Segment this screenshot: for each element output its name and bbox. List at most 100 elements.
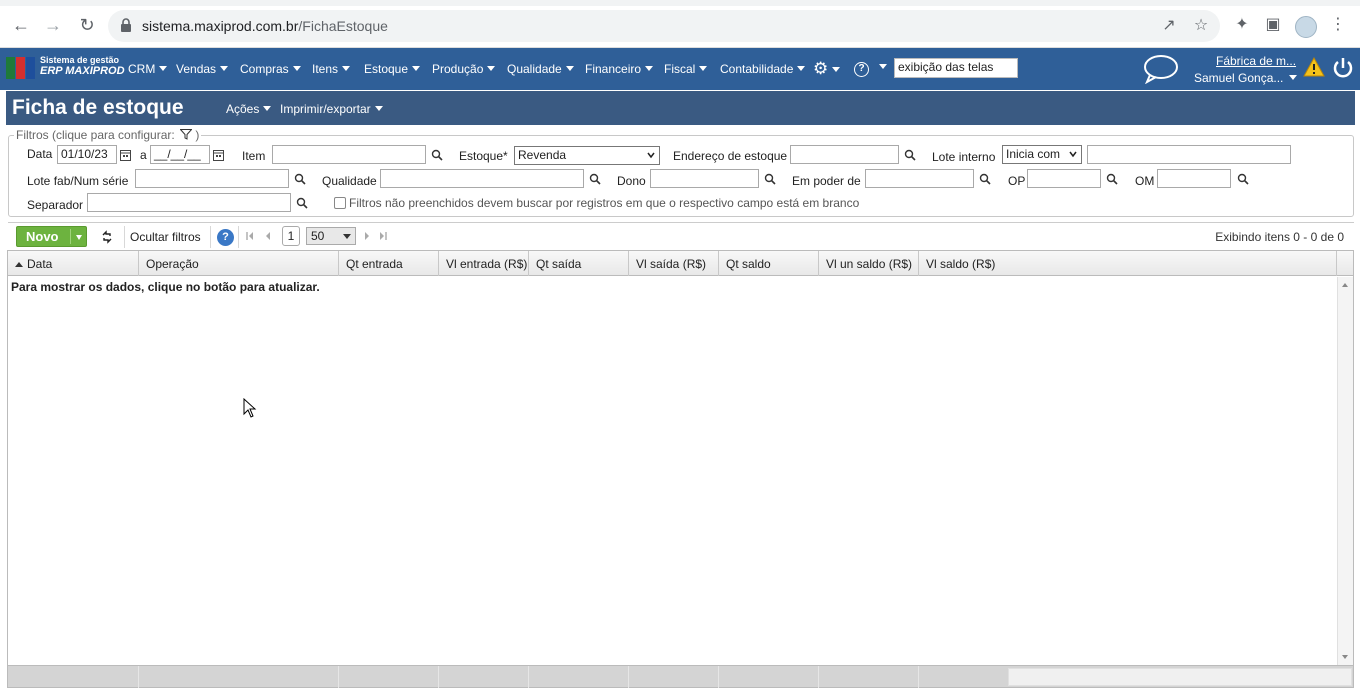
lote-interno-input[interactable] [1087,145,1291,164]
chat-bubble-icon[interactable] [1142,54,1180,84]
share-icon[interactable]: ↗ [1160,17,1178,35]
date-from-input[interactable]: 01/10/23 [57,145,117,164]
grid-header: Data Operação Qt entrada Vl entrada (R$)… [8,251,1353,276]
maxiprod-logo[interactable] [6,57,36,79]
col-vl-entrada[interactable]: Vl entrada (R$) [439,251,529,276]
qualidade-input[interactable] [380,169,584,188]
footer-cell [8,666,139,688]
menu-itens[interactable]: Itens [312,62,351,76]
estoque-select[interactable]: Revenda [514,146,660,165]
menu-fiscal[interactable]: Fiscal [664,62,708,76]
settings-gear-icon[interactable]: ⚙ [813,59,841,79]
endereco-estoque-input[interactable] [790,145,899,164]
prev-page-icon[interactable] [263,231,273,241]
paging-info: Exibindo itens 0 - 0 de 0 [1215,230,1344,244]
om-label: OM [1135,174,1155,188]
dono-input[interactable] [650,169,759,188]
dono-label: Dono [617,174,646,188]
page-size-select[interactable]: 50 [306,227,356,245]
print-export-menu[interactable]: Imprimir/exportar [280,102,383,116]
col-operacao[interactable]: Operação [139,251,339,276]
toolbar-divider [238,226,239,248]
item-input[interactable] [272,145,426,164]
em-poder-input[interactable] [865,169,974,188]
forward-icon[interactable]: → [42,14,64,36]
sort-ascending-icon [15,262,23,267]
separador-label: Separador [27,198,84,212]
scroll-up-icon[interactable] [1342,283,1348,287]
menu-crm[interactable]: CRM [128,62,168,76]
search-icon[interactable] [589,173,601,185]
vertical-scrollbar[interactable] [1337,277,1353,665]
warning-icon[interactable] [1303,57,1325,77]
search-icon[interactable] [904,149,916,161]
logo-text: Sistema de gestão ERP MAXIPROD [40,55,125,77]
menu-vendas[interactable]: Vendas [176,62,229,76]
search-icon[interactable] [1237,173,1249,185]
search-icon[interactable] [764,173,776,185]
footer-cell [529,666,629,688]
refresh-icon[interactable] [100,230,114,244]
next-page-icon[interactable] [362,231,372,241]
search-icon[interactable] [979,173,991,185]
scroll-down-icon[interactable] [1342,655,1348,659]
search-icon[interactable] [1106,173,1118,185]
calendar-icon[interactable] [120,149,131,161]
back-icon[interactable]: ← [10,14,32,36]
tab-strip [0,0,1360,6]
menu-financeiro[interactable]: Financeiro [585,62,654,76]
item-label: Item [242,149,266,163]
last-page-icon[interactable] [378,231,388,241]
col-qt-entrada[interactable]: Qt entrada [339,251,439,276]
global-search-input[interactable]: exibição das telas [894,58,1018,78]
current-page[interactable]: 1 [282,226,300,246]
bookmark-star-icon[interactable]: ☆ [1192,17,1210,35]
help-icon[interactable]: ? [217,229,234,246]
menu-qualidade[interactable]: Qualidade [507,62,574,76]
browser-menu-icon[interactable]: ⋮ [1328,15,1348,35]
actions-menu[interactable]: Ações [226,102,272,116]
col-vl-un-saldo[interactable]: Vl un saldo (R$) [819,251,919,276]
date-to-input[interactable]: __/__/__ [150,145,210,164]
chevron-down-icon [1069,151,1077,158]
search-icon[interactable] [294,173,306,185]
first-page-icon[interactable] [245,231,255,241]
hide-filters-button[interactable]: Ocultar filtros [130,230,201,244]
novo-button[interactable]: Novo [16,226,87,247]
col-data[interactable]: Data [8,251,139,276]
blank-filter-checkbox[interactable] [334,197,346,209]
op-input[interactable] [1027,169,1101,188]
menu-estoque[interactable]: Estoque [364,62,421,76]
horizontal-scrollbar-thumb[interactable] [1008,668,1352,686]
col-qt-saida[interactable]: Qt saída [529,251,629,276]
power-logout-icon[interactable] [1331,56,1355,80]
profile-avatar[interactable] [1295,16,1317,38]
funnel-icon[interactable] [179,129,193,140]
menu-producao[interactable]: Produção [432,62,496,76]
help-menu-icon[interactable]: ? [854,60,887,77]
col-vl-saldo[interactable]: Vl saldo (R$) [919,251,1337,276]
address-bar[interactable]: sistema.maxiprod.com.br/FichaEstoque ↗ ☆ [108,10,1220,42]
col-qt-saldo[interactable]: Qt saldo [719,251,819,276]
stock-grid: Data Operação Qt entrada Vl entrada (R$)… [7,250,1354,688]
separador-input[interactable] [87,193,291,212]
menu-compras[interactable]: Compras [240,62,301,76]
side-panel-icon[interactable]: ▣ [1263,15,1283,35]
lote-interno-mode-select[interactable]: Inicia com [1002,145,1082,164]
dropdown-caret-icon[interactable] [76,235,82,240]
om-input[interactable] [1157,169,1231,188]
calendar-icon[interactable] [213,149,224,161]
user-menu[interactable]: Samuel Gonça... [1194,71,1298,85]
reload-icon[interactable]: ↻ [76,14,98,36]
lote-fab-input[interactable] [135,169,289,188]
search-icon[interactable] [296,197,308,209]
extensions-icon[interactable]: ✦ [1232,15,1252,35]
search-icon[interactable] [431,149,443,161]
chevron-down-icon [647,152,655,159]
company-link[interactable]: Fábrica de m... [1216,54,1296,68]
col-vl-saida[interactable]: Vl saída (R$) [629,251,719,276]
menu-contabilidade[interactable]: Contabilidade [720,62,806,76]
op-label: OP [1008,174,1026,188]
filters-legend[interactable]: Filtros (clique para configurar: ) [14,128,202,142]
app-navbar: Sistema de gestão ERP MAXIPROD CRM Venda… [0,48,1360,90]
